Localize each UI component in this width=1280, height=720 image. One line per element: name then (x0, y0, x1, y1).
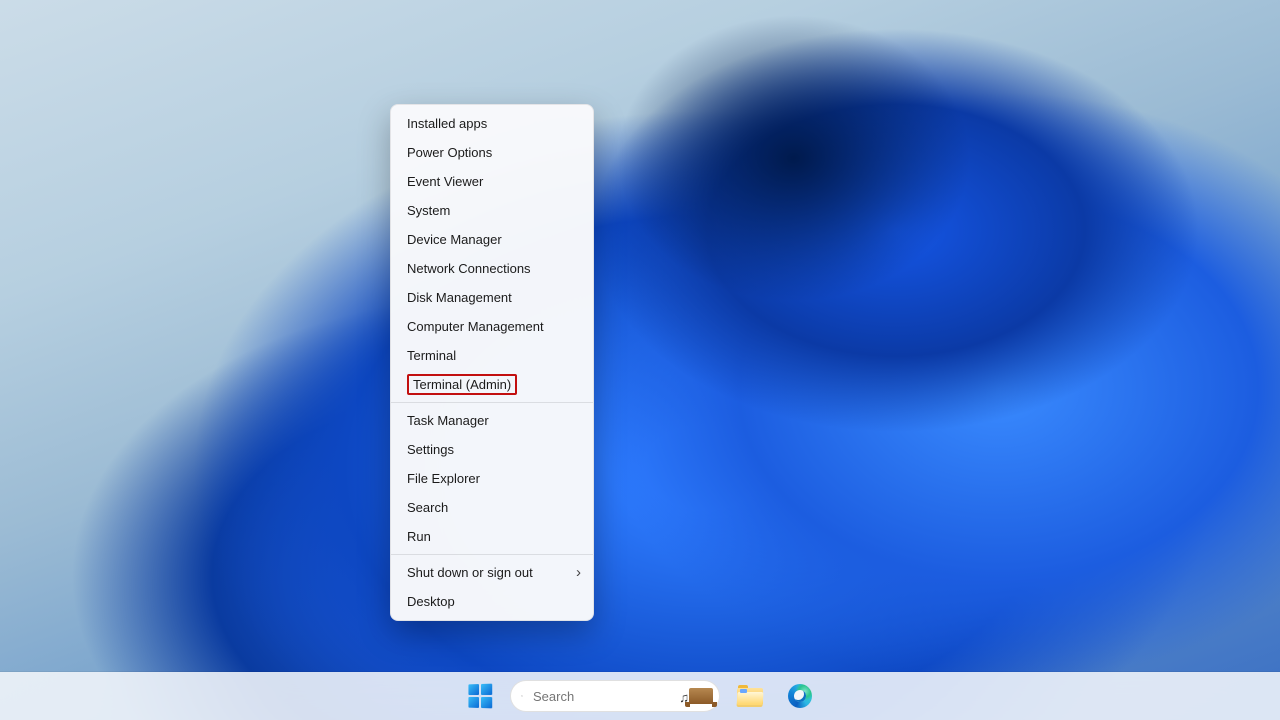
ctx-item-label: Run (407, 529, 431, 544)
edge-button[interactable] (780, 676, 820, 716)
ctx-event-viewer[interactable]: Event Viewer (391, 167, 593, 196)
ctx-item-label: Terminal (Admin) (407, 374, 517, 395)
ctx-item-label: Installed apps (407, 116, 487, 131)
ctx-item-label: Terminal (407, 348, 456, 363)
ctx-installed-apps[interactable]: Installed apps (391, 109, 593, 138)
ctx-item-label: Shut down or sign out (407, 565, 533, 580)
search-box[interactable]: ♫ (510, 680, 720, 712)
file-explorer-icon (737, 685, 763, 707)
ctx-item-label: Settings (407, 442, 454, 457)
ctx-settings[interactable]: Settings (391, 435, 593, 464)
ctx-item-label: Network Connections (407, 261, 531, 276)
ctx-power-options[interactable]: Power Options (391, 138, 593, 167)
ctx-item-label: Desktop (407, 594, 455, 609)
ctx-disk-management[interactable]: Disk Management (391, 283, 593, 312)
ctx-task-manager[interactable]: Task Manager (391, 406, 593, 435)
ctx-shutdown-signout[interactable]: Shut down or sign out (391, 558, 593, 587)
taskbar: ♫ (0, 672, 1280, 720)
ctx-run[interactable]: Run (391, 522, 593, 551)
ctx-computer-management[interactable]: Computer Management (391, 312, 593, 341)
desktop-wallpaper (0, 0, 1280, 720)
ctx-item-label: System (407, 203, 450, 218)
ctx-item-label: Task Manager (407, 413, 489, 428)
ctx-file-explorer[interactable]: File Explorer (391, 464, 593, 493)
ctx-item-label: File Explorer (407, 471, 480, 486)
start-context-menu: Installed apps Power Options Event Viewer S… (390, 104, 594, 621)
search-icon (521, 689, 523, 703)
windows-logo-icon (468, 684, 492, 709)
ctx-system[interactable]: System (391, 196, 593, 225)
edge-icon (788, 684, 812, 708)
ctx-item-label: Power Options (407, 145, 492, 160)
ctx-network-connections[interactable]: Network Connections (391, 254, 593, 283)
taskbar-center-group: ♫ (460, 676, 820, 716)
search-highlight-icon: ♫ (679, 688, 713, 704)
ctx-item-label: Search (407, 500, 448, 515)
ctx-terminal-admin[interactable]: Terminal (Admin) (391, 370, 593, 399)
ctx-item-label: Device Manager (407, 232, 502, 247)
ctx-item-label: Computer Management (407, 319, 544, 334)
ctx-terminal[interactable]: Terminal (391, 341, 593, 370)
ctx-item-label: Disk Management (407, 290, 512, 305)
ctx-desktop[interactable]: Desktop (391, 587, 593, 616)
ctx-search[interactable]: Search (391, 493, 593, 522)
ctx-item-label: Event Viewer (407, 174, 483, 189)
ctx-device-manager[interactable]: Device Manager (391, 225, 593, 254)
menu-separator (391, 402, 593, 403)
start-button[interactable] (460, 676, 500, 716)
menu-separator (391, 554, 593, 555)
file-explorer-button[interactable] (730, 676, 770, 716)
